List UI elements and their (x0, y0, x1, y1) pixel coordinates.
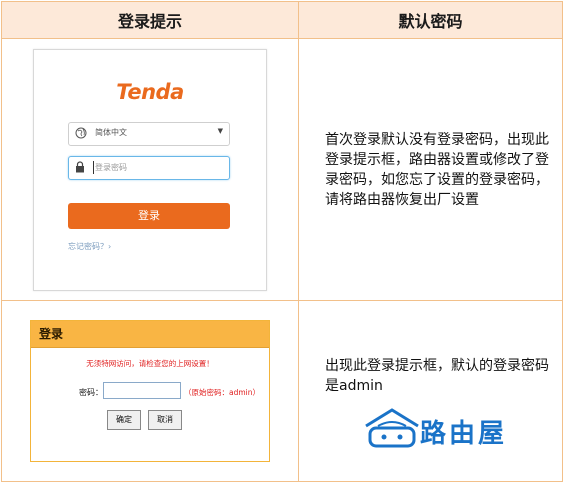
router-house-icon (365, 408, 419, 448)
password-placeholder: 登录密码 (95, 162, 127, 172)
text-cursor (93, 160, 94, 174)
globe-icon (75, 127, 87, 138)
login-button[interactable]: 登录 (68, 202, 230, 229)
row1-description-cell: 首次登录默认没有登录密码，出现此登录提示框，路由器设置或修改了登录密码，如您忘了… (298, 38, 563, 301)
classic-login-dialog: 登录 无须特网访问，请检查您的上网设置！ 密码： （原始密码：admin） 确定… (30, 320, 270, 462)
header-login-prompt: 登录提示 (1, 1, 299, 39)
header-default-password: 默认密码 (298, 1, 563, 39)
language-value: 简体中文 (95, 127, 127, 137)
ok-button[interactable]: 确定 (107, 410, 141, 430)
chevron-down-icon: ▼ (217, 126, 223, 135)
language-select[interactable]: 简体中文 ▼ (68, 121, 230, 146)
password-input[interactable] (103, 382, 181, 399)
tenda-login-card: Tenda 简体中文 ▼ 登录密码 登录 忘记密码？› (33, 48, 267, 291)
dialog-title: 登录 (31, 321, 269, 348)
password-label: 密码： (79, 388, 103, 397)
cancel-button[interactable]: 取消 (148, 410, 182, 430)
row1-description: 首次登录默认没有登录密码，出现此登录提示框，路由器设置或修改了登录密码，如您忘了… (325, 131, 549, 208)
tenda-logo: Tenda (116, 79, 184, 104)
lock-icon (76, 160, 84, 172)
row2-description: 出现此登录提示框，默认的登录密码是admin (325, 358, 549, 394)
watermark-logo: 路由屋 (362, 404, 538, 454)
warning-text: 无须特网访问，请检查您的上网设置！ (86, 359, 214, 368)
classic-login-cell: 登录 无须特网访问，请检查您的上网设置！ 密码： （原始密码：admin） 确定… (1, 300, 299, 482)
tenda-login-cell: Tenda 简体中文 ▼ 登录密码 登录 忘记密码？› (1, 38, 299, 301)
watermark-text: 路由屋 (420, 419, 508, 449)
password-field[interactable]: 登录密码 (68, 155, 230, 180)
default-password-hint: （原始密码：admin） (184, 388, 260, 397)
forgot-password-link[interactable]: 忘记密码？› (68, 241, 111, 252)
row2-description-cell: 出现此登录提示框，默认的登录密码是admin (298, 300, 563, 482)
